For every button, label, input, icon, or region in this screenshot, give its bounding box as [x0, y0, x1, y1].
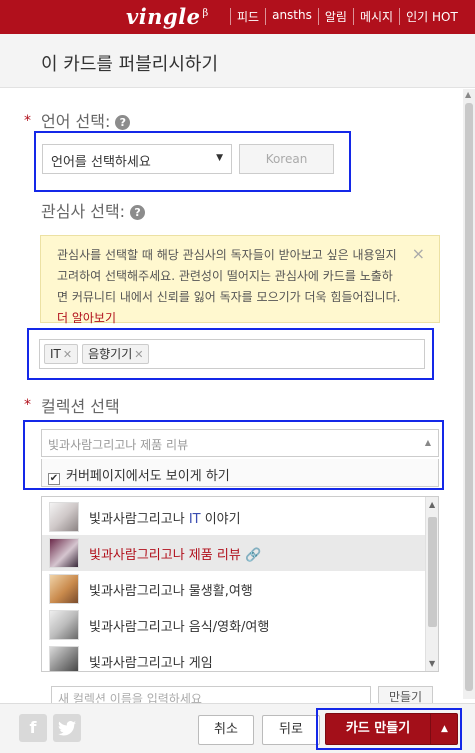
collection-item-selected[interactable]: 빛과사람그리고나 제품 리뷰 🔗 [42, 535, 426, 571]
collection-thumbnail [49, 502, 79, 532]
create-card-label[interactable]: 카드 만들기 [326, 714, 430, 744]
top-navigation-bar: vingle β 피드 ansths 알림 메시지 인기 HOT [0, 0, 475, 34]
help-icon[interactable]: ? [130, 205, 146, 220]
create-card-button[interactable]: 카드 만들기 ▲ [325, 713, 458, 745]
learn-more-link[interactable]: 더 알아보기 [57, 311, 116, 325]
language-label: 언어 선택:? [41, 108, 131, 132]
collection-item[interactable]: 빛과사람그리고나 물생활,여행 [42, 571, 426, 607]
collection-thumbnail [49, 574, 79, 604]
nav-popular[interactable]: 인기 HOT [399, 8, 464, 25]
vingle-logo[interactable]: vingle β [126, 4, 209, 29]
close-icon[interactable]: × [412, 243, 425, 264]
remove-tag-icon[interactable]: ✕ [63, 348, 72, 361]
dropdown-caret-icon: ▲ [424, 438, 431, 447]
checkbox-checked-icon[interactable]: ✔ [48, 473, 60, 485]
required-marker: * [24, 397, 31, 413]
list-scrollbar[interactable]: ▲ ▼ [425, 497, 438, 671]
collection-thumbnail [49, 610, 79, 640]
scroll-up-icon[interactable]: ▲ [429, 500, 435, 509]
dropdown-caret-icon: ▼ [216, 153, 223, 163]
help-icon[interactable]: ? [115, 115, 131, 130]
collection-select[interactable]: 빛과사람그리고나 제품 리뷰 ▲ [41, 429, 439, 457]
back-button[interactable]: 뒤로 [262, 715, 320, 745]
remove-tag-icon[interactable]: ✕ [134, 348, 143, 361]
caret-up-icon[interactable]: ▲ [430, 714, 458, 744]
tag-audio: 음향기기 ✕ [82, 344, 150, 364]
modal-scroll-thumb[interactable] [465, 103, 473, 691]
collection-item[interactable]: 빛과사람그리고나 음식/영화/여행 [42, 607, 426, 643]
collection-item[interactable]: 빛과사람그리고나 게임 [42, 643, 426, 671]
modal-header: 이 카드를 퍼블리시하기 [0, 34, 475, 88]
collection-label: 컬렉션 선택 [41, 397, 120, 416]
twitter-icon[interactable] [53, 714, 81, 742]
collection-item[interactable]: 빛과사람그리고나 IT 이야기 [42, 499, 426, 535]
interest-label: 관심사 선택:? [41, 198, 146, 222]
required-marker: * [24, 113, 31, 129]
interest-tag-input[interactable]: IT ✕ 음향기기 ✕ [39, 339, 425, 369]
facebook-icon[interactable]: f [19, 714, 47, 742]
modal-footer: f 취소 뒤로 카드 만들기 ▲ [0, 703, 475, 753]
cover-page-checkbox-row[interactable]: ✔ 커버페이지에서도 보이게 하기 [41, 459, 439, 487]
paperclip-icon: 🔗 [244, 547, 262, 563]
collection-thumbnail [49, 646, 79, 671]
interest-notice: 관심사를 선택할 때 해당 관심사의 독자들이 받아보고 싶은 내용일지 고려하… [40, 235, 440, 325]
list-scroll-thumb[interactable] [428, 517, 437, 627]
scroll-down-icon[interactable]: ▼ [429, 659, 435, 668]
nav-messages[interactable]: 메시지 [352, 8, 399, 25]
scroll-up-icon[interactable]: ▲ [465, 90, 471, 99]
language-korean-button[interactable]: Korean [239, 144, 334, 174]
top-nav-links: 피드 ansths 알림 메시지 인기 HOT [230, 8, 464, 25]
language-select[interactable]: 언어를 선택하세요 ▼ [42, 144, 232, 174]
nav-feed[interactable]: 피드 [230, 8, 265, 25]
tag-it: IT ✕ [44, 344, 79, 364]
collection-thumbnail [49, 538, 79, 568]
modal-title: 이 카드를 퍼블리시하기 [41, 54, 219, 75]
notice-text: 관심사를 선택할 때 해당 관심사의 독자들이 받아보고 싶은 내용일지 고려하… [57, 248, 401, 304]
nav-notifications[interactable]: 알림 [317, 8, 353, 25]
modal-scrollbar[interactable]: ▲ [463, 89, 475, 699]
collection-list: 빛과사람그리고나 IT 이야기 빛과사람그리고나 제품 리뷰 🔗 빛과사람그리고… [41, 496, 439, 672]
cancel-button[interactable]: 취소 [198, 715, 254, 745]
nav-profile[interactable]: ansths [265, 8, 318, 25]
